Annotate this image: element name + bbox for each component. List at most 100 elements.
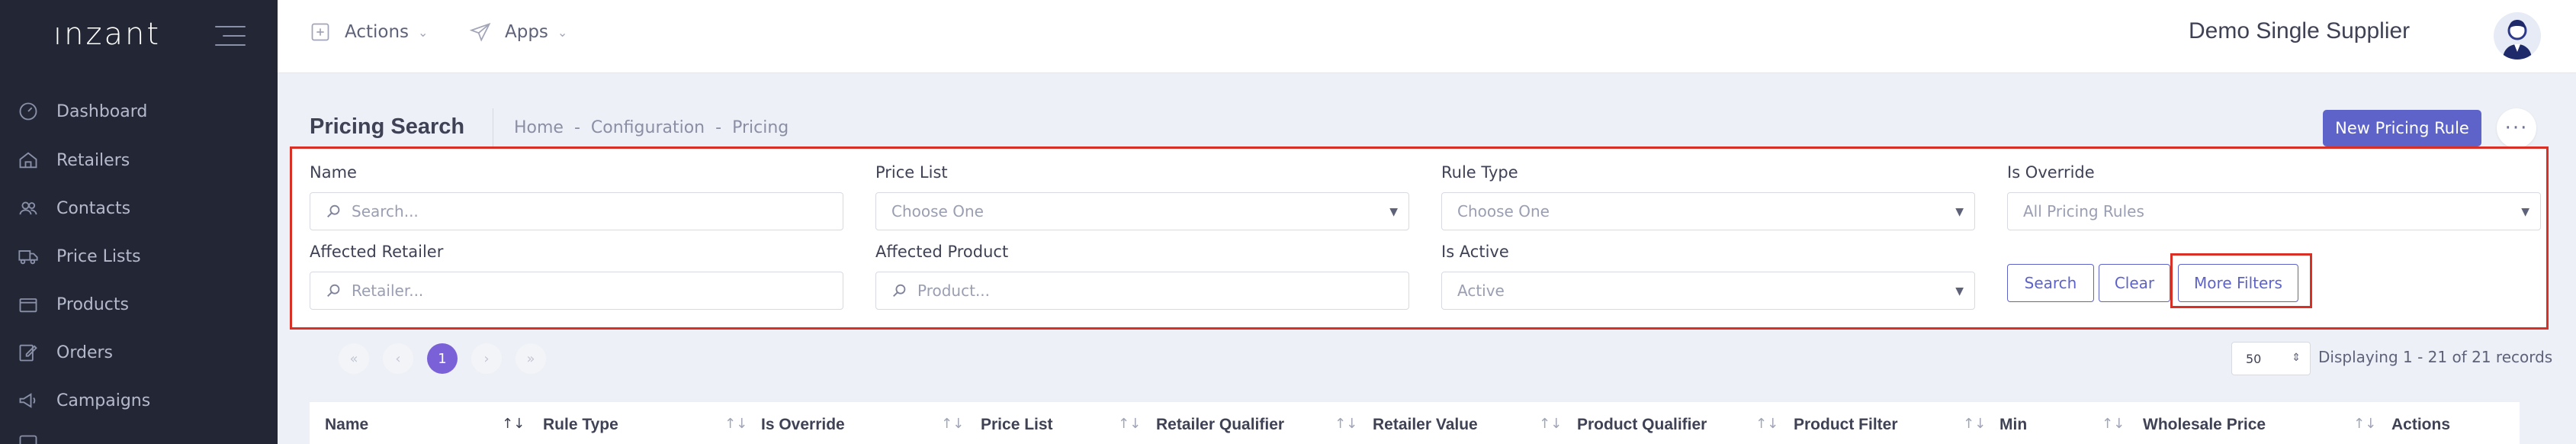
new-pricing-rule-button[interactable]: New Pricing Rule xyxy=(2323,110,2481,146)
search-icon xyxy=(893,284,906,297)
avatar[interactable] xyxy=(2494,12,2541,60)
is-active-select[interactable]: Active ▼ xyxy=(1441,272,1975,310)
breadcrumb-separator: - xyxy=(715,118,722,137)
sidebar-toggle-icon[interactable] xyxy=(215,26,246,47)
sort-icon[interactable]: ↑↓ xyxy=(1963,416,1986,432)
page-title: Pricing Search xyxy=(310,114,465,139)
sidebar-item-orders[interactable]: Orders xyxy=(17,337,113,368)
name-search-input[interactable]: Search... xyxy=(310,192,843,230)
sidebar-item-campaigns[interactable]: Campaigns xyxy=(17,385,150,416)
edit-icon xyxy=(17,341,40,364)
sort-icon[interactable]: ↑↓ xyxy=(2353,416,2376,432)
sort-icon[interactable]: ↑↓ xyxy=(1118,416,1141,432)
actions-menu[interactable]: Actions ⌄ xyxy=(310,21,428,43)
column-header-min[interactable]: Min xyxy=(1999,416,2027,434)
sort-icon[interactable]: ↑↓ xyxy=(941,416,964,432)
apps-label: Apps xyxy=(505,22,548,42)
last-page-button[interactable]: » xyxy=(516,343,546,374)
sidebar-item-dashboard[interactable]: Dashboard xyxy=(17,96,147,127)
first-page-button[interactable]: « xyxy=(339,343,369,374)
sort-icon[interactable]: ↑↓ xyxy=(724,416,747,432)
sort-asc-icon[interactable]: ↑↓ xyxy=(502,416,525,432)
sidebar-item-price-lists[interactable]: Price Lists xyxy=(17,241,141,272)
more-filters-highlight xyxy=(2170,253,2312,308)
column-header-actions: Actions xyxy=(2391,416,2451,433)
column-header-price-list[interactable]: Price List xyxy=(981,416,1053,434)
breadcrumb-pricing[interactable]: Pricing xyxy=(732,118,789,137)
is-active-label: Is Active xyxy=(1441,243,1509,261)
chevron-down-icon: ⌄ xyxy=(557,24,568,40)
sidebar-item-label: Retailers xyxy=(56,150,130,170)
sidebar-item-retailers[interactable]: Retailers xyxy=(17,145,130,175)
breadcrumb-configuration[interactable]: Configuration xyxy=(591,118,705,137)
affected-retailer-label: Affected Retailer xyxy=(310,243,444,261)
rule-type-label: Rule Type xyxy=(1441,163,1518,182)
clear-button[interactable]: Clear xyxy=(2099,264,2170,302)
sidebar-item-label: Dashboard xyxy=(56,101,148,121)
user-avatar-icon xyxy=(2503,20,2532,60)
column-header-is-override[interactable]: Is Override xyxy=(761,416,845,434)
send-icon xyxy=(470,22,491,42)
table-header: Name ↑↓ Rule Type ↑↓ Is Override ↑↓ Pric… xyxy=(310,401,2520,444)
price-list-value: Choose One xyxy=(891,202,984,220)
price-list-label: Price List xyxy=(875,163,948,182)
sidebar-item-label: Price Lists xyxy=(56,246,141,266)
page-number-button[interactable]: 1 xyxy=(427,343,458,374)
sort-icon[interactable]: ↑↓ xyxy=(2102,416,2125,432)
column-header-product-qualifier[interactable]: Product Qualifier xyxy=(1577,416,1707,434)
rule-type-select[interactable]: Choose One ▼ xyxy=(1441,192,1975,230)
column-header-retailer-value[interactable]: Retailer Value xyxy=(1373,416,1478,434)
sort-icon[interactable]: ↑↓ xyxy=(1539,416,1562,432)
name-label: Name xyxy=(310,163,357,182)
column-header-product-filter[interactable]: Product Filter xyxy=(1794,416,1898,434)
search-icon xyxy=(327,204,340,217)
name-placeholder: Search... xyxy=(352,202,419,220)
sidebar-item-label: Campaigns xyxy=(56,391,151,410)
box-icon xyxy=(17,293,40,316)
chevron-down-icon: ⌄ xyxy=(418,24,429,40)
price-list-select[interactable]: Choose One ▼ xyxy=(875,192,1409,230)
affected-retailer-input[interactable]: Retailer... xyxy=(310,272,843,310)
affected-product-input[interactable]: Product... xyxy=(875,272,1409,310)
dropdown-arrow-icon: ▼ xyxy=(2521,206,2529,218)
page-size-select[interactable]: 50 ⇕ xyxy=(2231,342,2311,375)
is-override-value: All Pricing Rules xyxy=(2023,202,2144,220)
search-icon xyxy=(327,284,340,297)
page-size-value: 50 xyxy=(2246,351,2262,366)
prev-page-button[interactable]: ‹ xyxy=(383,343,413,374)
is-active-value: Active xyxy=(1457,282,1505,300)
search-button[interactable]: Search xyxy=(2007,264,2094,302)
more-options-button[interactable]: ··· xyxy=(2497,108,2536,148)
sort-icon[interactable]: ↑↓ xyxy=(1335,416,1357,432)
next-page-button[interactable]: › xyxy=(471,343,502,374)
sidebar-item-label: Orders xyxy=(56,343,113,362)
sort-icon[interactable]: ↑↓ xyxy=(1755,416,1778,432)
is-override-label: Is Override xyxy=(2007,163,2095,182)
dropdown-arrow-icon: ▼ xyxy=(1389,206,1398,218)
dropdown-arrow-icon: ▼ xyxy=(1955,285,1964,298)
truck-icon xyxy=(17,245,40,268)
dashboard-icon xyxy=(17,100,40,123)
app-root: ınzant Dashboard Retailers Contacts Pric… xyxy=(0,0,2576,444)
breadcrumb-home[interactable]: Home xyxy=(514,118,564,137)
affected-product-placeholder: Product... xyxy=(917,282,991,300)
brand-logo[interactable]: ınzant xyxy=(53,17,161,52)
column-header-retailer-qualifier[interactable]: Retailer Qualifier xyxy=(1156,416,1284,434)
updown-arrow-icon: ⇕ xyxy=(2292,352,2301,364)
supplier-name[interactable]: Demo Single Supplier xyxy=(2189,18,2410,44)
home-icon xyxy=(17,149,40,172)
sidebar-item-label: Products xyxy=(56,294,129,314)
apps-menu[interactable]: Apps ⌄ xyxy=(470,21,567,43)
affected-retailer-placeholder: Retailer... xyxy=(352,282,424,300)
is-override-select[interactable]: All Pricing Rules ▼ xyxy=(2007,192,2541,230)
list-icon xyxy=(17,433,40,444)
column-header-rule-type[interactable]: Rule Type xyxy=(543,416,618,434)
sidebar-item-more[interactable] xyxy=(17,429,56,444)
column-header-name[interactable]: Name xyxy=(325,416,368,434)
breadcrumb-separator: - xyxy=(573,118,580,137)
sidebar-item-products[interactable]: Products xyxy=(17,289,129,320)
users-icon xyxy=(17,197,40,220)
sidebar-item-contacts[interactable]: Contacts xyxy=(17,193,130,224)
megaphone-icon xyxy=(17,389,40,412)
column-header-wholesale-price[interactable]: Wholesale Price xyxy=(2143,416,2266,434)
